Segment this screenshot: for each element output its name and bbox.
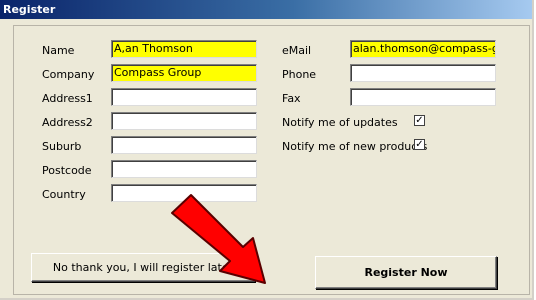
notify-products-label: Notify me of new products bbox=[282, 140, 428, 153]
register-now-button[interactable]: Register Now bbox=[315, 256, 497, 289]
register-window: Register Name A,an Thomson Company Compa… bbox=[0, 0, 534, 300]
name-label: Name bbox=[42, 44, 75, 57]
fax-label: Fax bbox=[282, 92, 301, 105]
name-field[interactable]: A,an Thomson bbox=[111, 40, 257, 58]
notify-products-checkbox[interactable]: ✓ bbox=[414, 139, 425, 150]
phone-field[interactable] bbox=[350, 64, 496, 82]
email-field[interactable]: alan.thomson@compass-group bbox=[350, 40, 496, 58]
email-label: eMail bbox=[282, 44, 312, 57]
postcode-label: Postcode bbox=[42, 164, 92, 177]
suburb-field[interactable] bbox=[111, 136, 257, 154]
company-field[interactable]: Compass Group bbox=[111, 64, 257, 82]
address2-label: Address2 bbox=[42, 116, 93, 129]
address1-field[interactable] bbox=[111, 88, 257, 106]
postcode-field[interactable] bbox=[111, 160, 257, 178]
notify-updates-checkbox[interactable]: ✓ bbox=[414, 115, 425, 126]
suburb-label: Suburb bbox=[42, 140, 82, 153]
address2-field[interactable] bbox=[111, 112, 257, 130]
phone-label: Phone bbox=[282, 68, 317, 81]
notify-updates-label: Notify me of updates bbox=[282, 116, 398, 129]
fax-field[interactable] bbox=[350, 88, 496, 106]
country-label: Country bbox=[42, 188, 86, 201]
window-title: Register bbox=[0, 0, 532, 19]
register-later-button[interactable]: No thank you, I will register later bbox=[31, 253, 255, 282]
country-field[interactable] bbox=[111, 184, 257, 202]
company-label: Company bbox=[42, 68, 95, 81]
address1-label: Address1 bbox=[42, 92, 93, 105]
